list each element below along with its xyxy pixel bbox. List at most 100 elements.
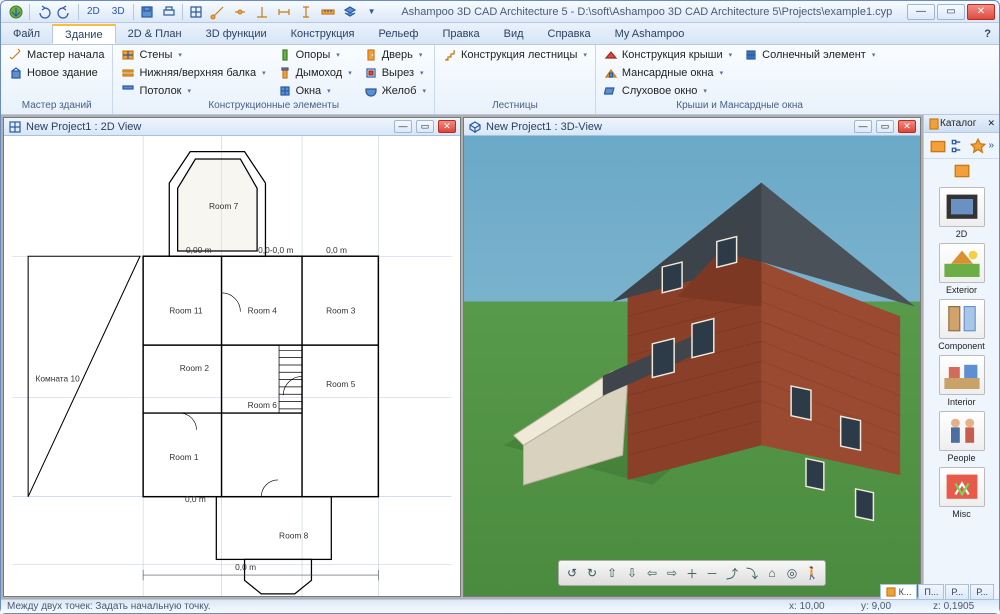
doc-titlebar[interactable]: New Project1 : 2D View — ▭ ✕ — [4, 118, 460, 136]
new-building-button[interactable]: Новое здание — [5, 65, 108, 81]
app-menu-button[interactable] — [7, 3, 25, 21]
nav-down-button[interactable]: ⇩ — [623, 564, 641, 582]
panel-tab-p1[interactable]: П... — [918, 584, 944, 600]
nav-home-button[interactable]: ⌂ — [763, 564, 781, 582]
arrow-left-icon: ⇦ — [647, 566, 657, 580]
catalog-more-icon[interactable]: » — [989, 140, 995, 151]
nav-rotate-right-button[interactable]: ↻ — [583, 564, 601, 582]
nav-zoom-in-button[interactable]: ＋ — [683, 564, 701, 582]
close-button[interactable]: ✕ — [967, 4, 995, 20]
doc-maximize-button[interactable]: ▭ — [416, 120, 434, 133]
catalog-list[interactable]: 2D Exterior Component Interior People Mi… — [924, 183, 999, 599]
minimize-button[interactable]: — — [907, 4, 935, 20]
ceiling-button[interactable]: Потолок▾ — [117, 83, 269, 99]
doc-title: New Project1 : 2D View — [26, 121, 390, 133]
panel-close-icon[interactable]: ✕ — [987, 118, 995, 129]
roof-icon — [604, 48, 618, 62]
print-button[interactable] — [160, 3, 178, 21]
nav-zoom-out-button[interactable]: － — [703, 564, 721, 582]
dim-horizontal-button[interactable] — [275, 3, 293, 21]
catalog-item-misc[interactable]: Misc — [939, 467, 985, 519]
viewport-2d[interactable]: Room 7 Room 11 Room 3 Room 5 Room 2 Room… — [4, 136, 460, 596]
svg-text:Room 2: Room 2 — [180, 363, 210, 373]
catalog-open-icon[interactable] — [929, 137, 947, 155]
view-3d-button[interactable]: 3D — [108, 3, 129, 21]
toggle-grid-button[interactable] — [187, 3, 205, 21]
snap-endpoint-button[interactable] — [209, 3, 227, 21]
solar-icon — [744, 48, 758, 62]
tab-construction[interactable]: Конструкция — [279, 23, 367, 44]
nav-up-button[interactable]: ⇧ — [603, 564, 621, 582]
chimney-icon — [278, 66, 292, 80]
customize-qat-button[interactable]: ▼ — [363, 3, 381, 21]
nav-tilt-up-button[interactable]: ⤴ — [723, 564, 741, 582]
gutter-button[interactable]: Желоб▾ — [360, 83, 430, 99]
catalog-item-exterior[interactable]: Exterior — [939, 243, 985, 295]
snap-perpendicular-button[interactable] — [253, 3, 271, 21]
nav-rotate-left-button[interactable]: ↺ — [563, 564, 581, 582]
layers-icon — [342, 4, 358, 20]
redo-button[interactable] — [56, 3, 74, 21]
chevron-down-icon: ▾ — [729, 51, 733, 59]
thumb-2d-icon — [940, 188, 984, 225]
tab-my-ashampoo[interactable]: My Ashampoo — [603, 23, 697, 44]
nav-right-button[interactable]: ⇨ — [663, 564, 681, 582]
door-button[interactable]: Дверь▾ — [360, 47, 430, 63]
nav-orbit-button[interactable]: ◎ — [783, 564, 801, 582]
tab-file[interactable]: Файл — [1, 23, 52, 44]
doc-minimize-button[interactable]: — — [854, 120, 872, 133]
stair-construction-button[interactable]: Конструкция лестницы▾ — [439, 47, 591, 63]
panel-tab-r[interactable]: Р... — [945, 584, 969, 600]
save-button[interactable] — [138, 3, 156, 21]
stairs-icon — [443, 48, 457, 62]
skylight-button[interactable]: Слуховое окно▾ — [600, 83, 736, 99]
walls-button[interactable]: Стены▾ — [117, 47, 269, 63]
tab-2d-plan[interactable]: 2D & План — [116, 23, 194, 44]
catalog-header[interactable]: Каталог ✕ — [924, 115, 999, 133]
cutout-button[interactable]: Вырез▾ — [360, 65, 430, 81]
wizard-start-button[interactable]: Мастер начала — [5, 47, 108, 63]
category-icon[interactable] — [953, 162, 971, 180]
panel-tab-k[interactable]: К... — [880, 584, 917, 600]
tab-help[interactable]: Справка — [536, 23, 603, 44]
tab-view[interactable]: Вид — [492, 23, 536, 44]
nav-walk-button[interactable]: 🚶 — [803, 564, 821, 582]
measure-button[interactable] — [319, 3, 337, 21]
catalog-tree-icon[interactable] — [949, 137, 967, 155]
wall-icon — [121, 48, 135, 62]
layers-button[interactable] — [341, 3, 359, 21]
catalog-item-people[interactable]: People — [939, 411, 985, 463]
panel-tab-p2[interactable]: Р... — [970, 584, 994, 600]
doc-minimize-button[interactable]: — — [394, 120, 412, 133]
roof-construction-button[interactable]: Конструкция крыши▾ — [600, 47, 736, 63]
dormer-button[interactable]: Мансардные окна▾ — [600, 65, 736, 81]
tab-edit[interactable]: Правка — [430, 23, 491, 44]
beam-button[interactable]: Нижняя/верхняя балка▾ — [117, 65, 269, 81]
doc-maximize-button[interactable]: ▭ — [876, 120, 894, 133]
catalog-item-component[interactable]: Component — [938, 299, 985, 351]
windows-button[interactable]: Окна▾ — [274, 83, 356, 99]
chevron-down-icon: ▾ — [327, 87, 331, 95]
catalog-item-interior[interactable]: Interior — [939, 355, 985, 407]
undo-button[interactable] — [34, 3, 52, 21]
view-2d-button[interactable]: 2D — [83, 3, 104, 21]
doc-titlebar[interactable]: New Project1 : 3D-View — ▭ ✕ — [464, 118, 920, 136]
tab-3d-functions[interactable]: 3D функции — [194, 23, 279, 44]
dim-vertical-button[interactable] — [297, 3, 315, 21]
nav-tilt-down-button[interactable]: ⤵ — [743, 564, 761, 582]
supports-button[interactable]: Опоры▾ — [274, 47, 356, 63]
solar-panel-button[interactable]: Солнечный элемент▾ — [740, 47, 879, 63]
maximize-button[interactable]: ▭ — [937, 4, 965, 20]
doc-close-button[interactable]: ✕ — [898, 120, 916, 133]
rotate-left-icon: ↺ — [567, 566, 577, 580]
tab-building[interactable]: Здание — [52, 24, 116, 44]
nav-left-button[interactable]: ⇦ — [643, 564, 661, 582]
catalog-fav-icon[interactable] — [969, 137, 987, 155]
snap-midpoint-button[interactable] — [231, 3, 249, 21]
viewport-3d[interactable]: ↺ ↻ ⇧ ⇩ ⇦ ⇨ ＋ － ⤴ ⤵ ⌂ ◎ 🚶 — [464, 136, 920, 596]
doc-close-button[interactable]: ✕ — [438, 120, 456, 133]
catalog-item-2d[interactable]: 2D — [939, 187, 985, 239]
chimney-button[interactable]: Дымоход▾ — [274, 65, 356, 81]
tab-relief[interactable]: Рельеф — [367, 23, 431, 44]
help-button[interactable]: ? — [976, 23, 999, 44]
